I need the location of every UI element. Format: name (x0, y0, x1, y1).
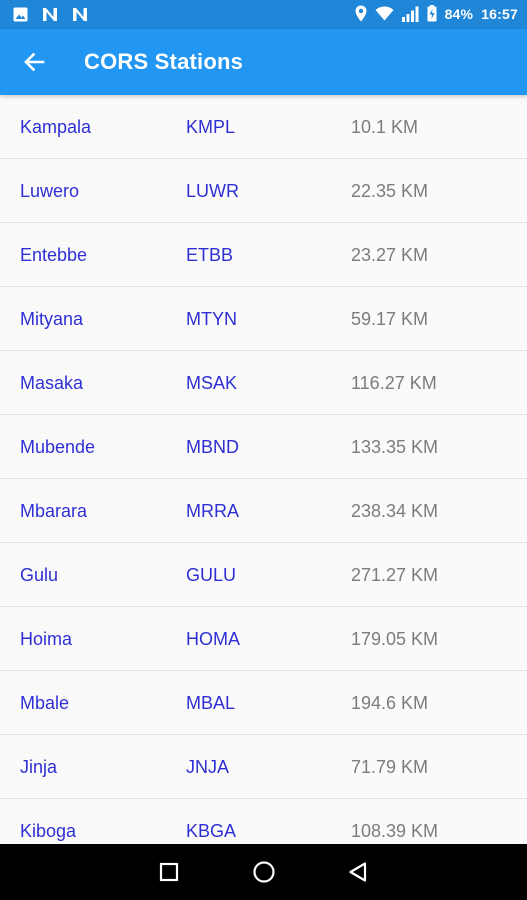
station-code: LUWR (186, 181, 239, 201)
n-notification-icon (42, 7, 58, 22)
station-code: MBAL (186, 693, 236, 713)
station-code: JNJA (186, 757, 230, 777)
station-row[interactable]: Kampala KMPL 10.1 KM (0, 95, 527, 159)
station-code: MTYN (186, 309, 237, 329)
station-distance: 59.17 KM (351, 309, 429, 329)
station-name: Mbarara (20, 501, 88, 521)
station-code: KMPL (186, 117, 236, 137)
image-icon (13, 7, 28, 22)
station-row[interactable]: Kiboga KBGA 108.39 KM (0, 799, 527, 844)
back-triangle-icon (347, 861, 369, 883)
station-name: Mubende (20, 437, 96, 457)
station-code: ETBB (186, 245, 234, 265)
status-bar: 84% 16:57 (0, 0, 527, 29)
wifi-icon (375, 6, 394, 21)
station-distance: 22.35 KM (351, 181, 429, 201)
station-row[interactable]: Masaka MSAK 116.27 KM (0, 351, 527, 415)
location-icon (355, 5, 367, 22)
status-system: 84% 16:57 (355, 5, 518, 22)
station-distance: 194.6 KM (351, 693, 429, 713)
app-bar: CORS Stations (0, 29, 527, 95)
station-row[interactable]: Jinja JNJA 71.79 KM (0, 735, 527, 799)
station-distance: 116.27 KM (351, 373, 437, 393)
station-name: Jinja (20, 757, 58, 777)
battery-percent: 84% (444, 5, 474, 22)
station-row[interactable]: Mbale MBAL 194.6 KM (0, 671, 527, 735)
station-code: MBND (186, 437, 239, 457)
station-name: Kiboga (20, 821, 77, 841)
navigation-bar (0, 844, 527, 900)
station-distance: 271.27 KM (351, 565, 439, 585)
station-distance: 10.1 KM (351, 117, 419, 137)
station-name: Masaka (20, 373, 84, 393)
station-distance: 133.35 KM (351, 437, 439, 457)
station-row[interactable]: Luwero LUWR 22.35 KM (0, 159, 527, 223)
station-code: KBGA (186, 821, 237, 841)
station-code: MSAK (186, 373, 238, 393)
station-name: Gulu (20, 565, 59, 585)
screen: 84% 16:57 CORS Stations Kampala KMPL 10.1 … (0, 0, 527, 900)
battery-icon (427, 5, 437, 22)
arrow-left-icon (23, 51, 45, 73)
back-nav-button[interactable] (340, 854, 376, 890)
station-name: Hoima (20, 629, 73, 649)
station-distance: 238.34 KM (351, 501, 439, 521)
page-title: CORS Stations (84, 49, 244, 74)
station-name: Kampala (20, 117, 92, 137)
station-row[interactable]: Mityana MTYN 59.17 KM (0, 287, 527, 351)
station-code: HOMA (186, 629, 240, 649)
recents-square-icon (159, 862, 179, 882)
status-notifications (13, 7, 88, 22)
station-list[interactable]: Kampala KMPL 10.1 KM Luwero LUWR 22.35 KM Ente… (0, 95, 527, 844)
home-button[interactable] (246, 854, 282, 890)
recents-button[interactable] (151, 854, 187, 890)
station-name: Mbale (20, 693, 70, 713)
station-row[interactable]: Gulu GULU 271.27 KM (0, 543, 527, 607)
station-row[interactable]: Entebbe ETBB 23.27 KM (0, 223, 527, 287)
station-distance: 179.05 KM (351, 629, 439, 649)
station-name: Entebbe (20, 245, 88, 265)
back-button[interactable] (10, 38, 58, 86)
station-name: Luwero (20, 181, 80, 201)
status-time: 16:57 (481, 5, 518, 22)
station-code: GULU (186, 565, 237, 585)
n-notification-icon (72, 7, 88, 22)
station-distance: 108.39 KM (351, 821, 439, 841)
station-row[interactable]: Mubende MBND 133.35 KM (0, 415, 527, 479)
home-circle-icon (252, 860, 276, 884)
station-name: Mityana (20, 309, 84, 329)
station-distance: 23.27 KM (351, 245, 429, 265)
station-distance: 71.79 KM (351, 757, 429, 777)
station-code: MRRA (186, 501, 239, 521)
signal-icon (401, 6, 419, 22)
station-row[interactable]: Hoima HOMA 179.05 KM (0, 607, 527, 671)
station-row[interactable]: Mbarara MRRA 238.34 KM (0, 479, 527, 543)
